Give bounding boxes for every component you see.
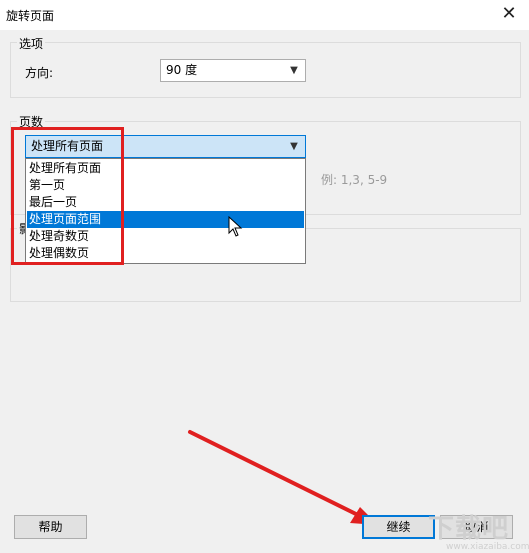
continue-button[interactable]: 继续 xyxy=(362,515,435,539)
watermark-url: www.xiazaiba.com xyxy=(446,542,529,552)
red-annotation-arrow xyxy=(188,430,378,525)
watermark-logo: 下载吧 xyxy=(428,514,510,544)
help-button[interactable]: 帮助 xyxy=(14,515,87,539)
